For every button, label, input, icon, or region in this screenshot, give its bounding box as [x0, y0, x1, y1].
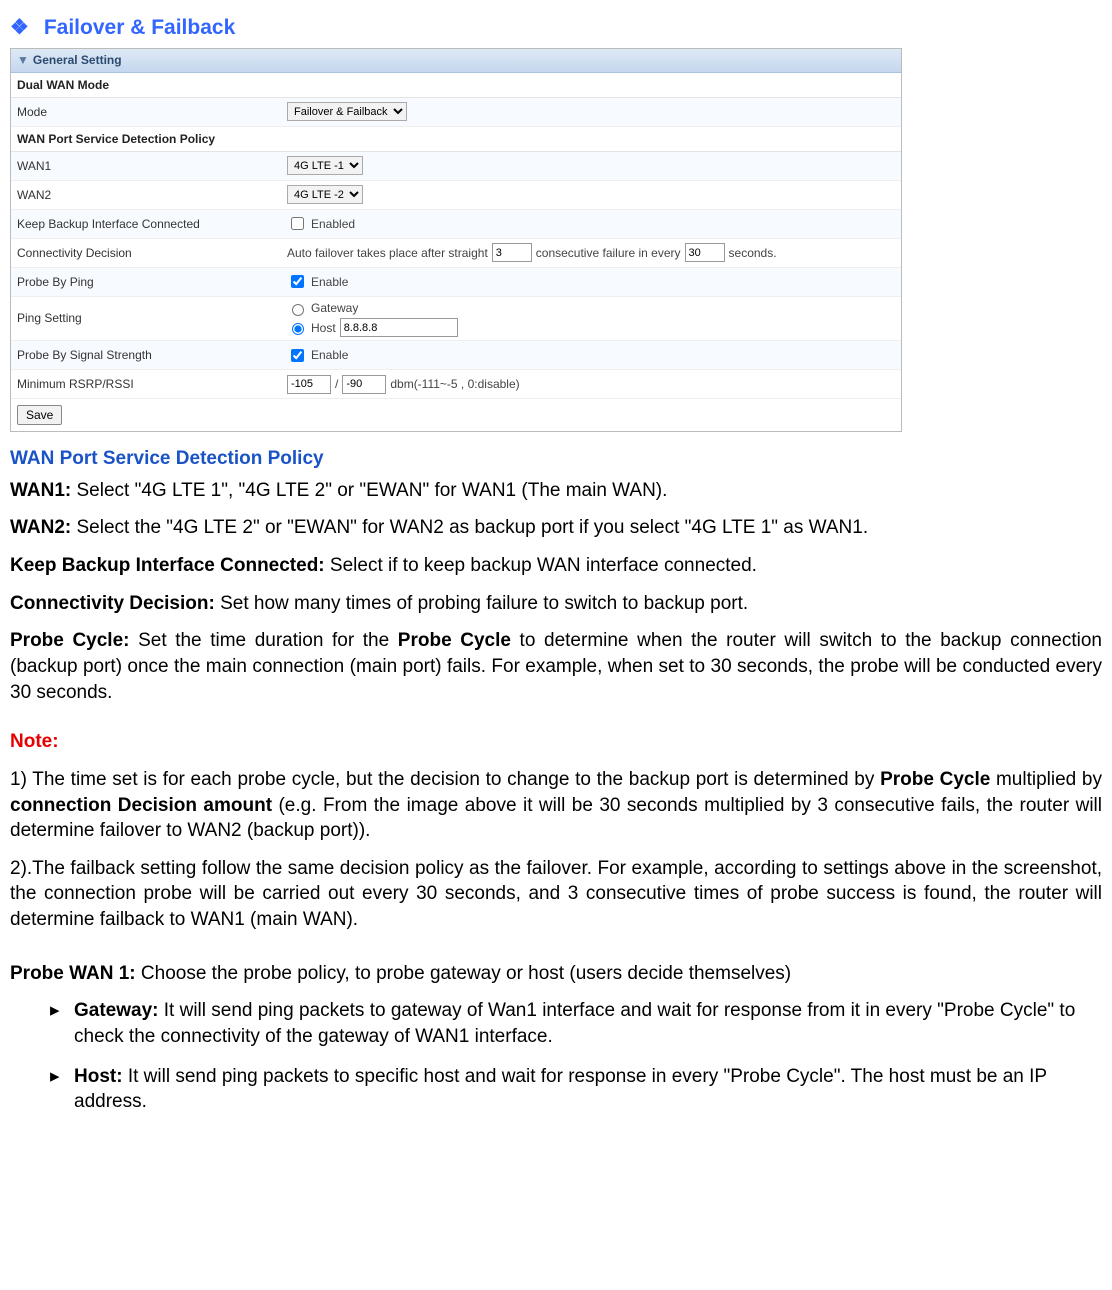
triangle-icon: ▸ [50, 1064, 74, 1115]
probe-signal-label: Probe By Signal Strength [17, 347, 287, 363]
conn-decision-para: Connectivity Decision: Set how many time… [10, 591, 1102, 617]
wan2-label: WAN2 [17, 187, 287, 203]
panel-title: General Setting [33, 53, 122, 67]
wan1-label: WAN1 [17, 158, 287, 174]
list-item: ▸ Gateway: It will send ping packets to … [50, 998, 1102, 1049]
wan1-lead: WAN1: [10, 480, 71, 501]
enabled-text: Enabled [311, 216, 355, 232]
probe-wan1-para: Probe WAN 1: Choose the probe policy, to… [10, 961, 1102, 987]
note1-pre: 1) The time set is for each probe cycle,… [10, 769, 880, 790]
enable-text-1: Enable [311, 274, 348, 290]
pc-pre: Set the time duration for the [129, 630, 397, 651]
host-input[interactable] [340, 318, 458, 337]
ping-gateway-radio[interactable] [292, 304, 304, 316]
kbic-lead: Keep Backup Interface Connected: [10, 555, 325, 576]
rsrp-input-b[interactable] [342, 375, 386, 394]
wan2-para: WAN2: Select the "4G LTE 2" or "EWAN" fo… [10, 515, 1102, 541]
diamond-icon: ❖ [10, 14, 38, 42]
conn-dec-pre: Auto failover takes place after straight [287, 245, 488, 261]
mode-label: Mode [17, 104, 287, 120]
list-item: ▸ Host: It will send ping packets to spe… [50, 1064, 1102, 1115]
keep-backup-para: Keep Backup Interface Connected: Select … [10, 553, 1102, 579]
conn-decision-label: Connectivity Decision [17, 245, 287, 261]
heading-text: Failover & Failback [44, 16, 235, 39]
wan2-lead: WAN2: [10, 517, 71, 538]
pc-mid-bold: Probe Cycle [398, 630, 511, 651]
wan1-body: Select "4G LTE 1", "4G LTE 2" or "EWAN" … [71, 480, 667, 501]
settings-panel: ▼ General Setting Dual WAN Mode Mode Fail… [10, 48, 902, 432]
note1-b2: connection Decision amount [10, 795, 272, 816]
host-lead: Host: [74, 1066, 123, 1087]
panel-header: ▼ General Setting [11, 49, 901, 72]
conn-dec-mid: consecutive failure in every [536, 245, 681, 261]
pw1-lead: Probe WAN 1: [10, 963, 136, 984]
mode-select[interactable]: Failover & Failback [287, 102, 407, 121]
probe-cycle-para: Probe Cycle: Set the time duration for t… [10, 628, 1102, 705]
probe-ping-label: Probe By Ping [17, 274, 287, 290]
section-heading: ❖ Failover & Failback [10, 14, 1102, 42]
pc-lead: Probe Cycle: [10, 630, 129, 651]
wan2-select[interactable]: 4G LTE -2 [287, 185, 363, 204]
ping-host-radio[interactable] [292, 323, 304, 335]
cd-lead: Connectivity Decision: [10, 593, 215, 614]
wan1-para: WAN1: Select "4G LTE 1", "4G LTE 2" or "… [10, 478, 1102, 504]
wan1-select[interactable]: 4G LTE -1 [287, 156, 363, 175]
pw1-body: Choose the probe policy, to probe gatewa… [136, 963, 792, 984]
conn-dec-post: seconds. [729, 245, 777, 261]
conn-dec-seconds-input[interactable] [685, 243, 725, 262]
note1-b1: Probe Cycle [880, 769, 990, 790]
rsrp-input-a[interactable] [287, 375, 331, 394]
slash: / [335, 376, 338, 392]
kbic-body: Select if to keep backup WAN interface c… [325, 555, 757, 576]
probe-ping-checkbox[interactable] [291, 275, 304, 288]
note-1: 1) The time set is for each probe cycle,… [10, 767, 1102, 844]
note-label: Note: [10, 729, 1102, 755]
wan2-body: Select the "4G LTE 2" or "EWAN" for WAN2… [71, 517, 868, 538]
ping-setting-label: Ping Setting [17, 310, 287, 326]
min-rsrp-label: Minimum RSRP/RSSI [17, 376, 287, 392]
cd-body: Set how many times of probing failure to… [215, 593, 748, 614]
probe-list: ▸ Gateway: It will send ping packets to … [50, 998, 1102, 1115]
host-body: It will send ping packets to specific ho… [74, 1066, 1047, 1113]
note-2: 2).The failback setting follow the same … [10, 856, 1102, 933]
gateway-text: Gateway [311, 300, 358, 316]
keep-backup-checkbox[interactable] [291, 217, 304, 230]
policy-title: WAN Port Service Detection Policy [11, 127, 901, 152]
gw-body: It will send ping packets to gateway of … [74, 1000, 1075, 1047]
enable-text-2: Enable [311, 347, 348, 363]
host-text: Host [311, 320, 336, 336]
save-button[interactable]: Save [17, 405, 62, 425]
rsrp-unit: dbm(-111~-5 , 0:disable) [390, 376, 519, 392]
dual-wan-mode-title: Dual WAN Mode [11, 73, 901, 98]
conn-dec-count-input[interactable] [492, 243, 532, 262]
triangle-icon: ▸ [50, 998, 74, 1049]
probe-signal-checkbox[interactable] [291, 349, 304, 362]
gw-lead: Gateway: [74, 1000, 158, 1021]
policy-heading: WAN Port Service Detection Policy [10, 446, 1102, 472]
keep-backup-label: Keep Backup Interface Connected [17, 216, 287, 232]
note1-mid: multiplied by [990, 769, 1102, 790]
collapse-icon[interactable]: ▼ [17, 53, 29, 67]
